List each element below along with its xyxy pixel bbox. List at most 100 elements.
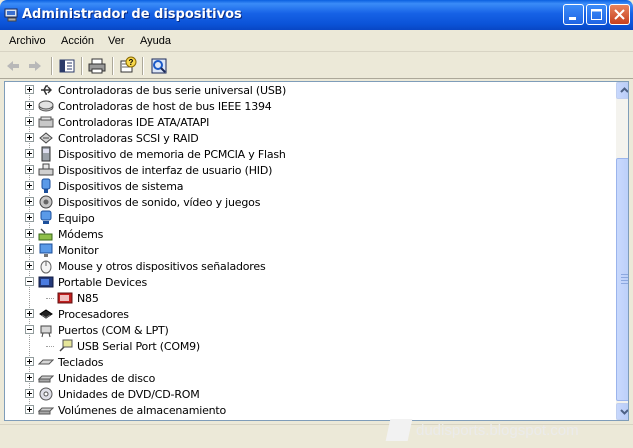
- collapse-button[interactable]: [25, 277, 34, 286]
- expand-button[interactable]: [25, 405, 34, 414]
- tree-item[interactable]: Procesadores: [5, 306, 610, 322]
- expand-button[interactable]: [25, 213, 34, 222]
- tree-item-label: Volúmenes de almacenamiento: [58, 404, 227, 417]
- expand-button[interactable]: [25, 85, 34, 94]
- expand-button[interactable]: [25, 117, 34, 126]
- grip-line: [621, 283, 628, 284]
- expand-button[interactable]: [25, 357, 34, 366]
- print-icon[interactable]: [87, 56, 107, 76]
- hid-icon: [38, 163, 54, 176]
- tree-item-label: Monitor: [58, 244, 99, 257]
- ieee1394-icon: [38, 100, 54, 112]
- forward-arrow-icon[interactable]: [25, 56, 45, 76]
- storage-volume-icon: [38, 407, 54, 415]
- tree-item-label: Portable Devices: [58, 276, 148, 289]
- expand-button[interactable]: [25, 181, 34, 190]
- scan-hardware-icon[interactable]: [149, 56, 169, 76]
- expand-button[interactable]: [25, 229, 34, 238]
- device-manager-window: Administrador de dispositivos Archivo Ac…: [0, 0, 633, 448]
- usb-icon: [41, 85, 52, 95]
- tree-item[interactable]: Monitor: [5, 242, 610, 258]
- scsi-icon: [39, 132, 53, 144]
- expand-button[interactable]: [25, 373, 34, 382]
- tree-item[interactable]: Puertos (COM & LPT): [5, 322, 610, 338]
- help-icon[interactable]: ?: [118, 56, 138, 76]
- mouse-icon: [40, 260, 52, 274]
- tree-item[interactable]: Teclados: [5, 354, 610, 370]
- tree-item[interactable]: Dispositivos de sistema: [5, 178, 610, 194]
- tree-item-label: Dispositivos de sistema: [58, 180, 184, 193]
- device-tree[interactable]: Controladoras de bus serie universal (US…: [4, 81, 629, 421]
- tree-item[interactable]: Dispositivo de memoria de PCMCIA y Flash: [5, 146, 610, 162]
- vertical-scrollbar[interactable]: [616, 82, 628, 420]
- expand-button[interactable]: [25, 261, 34, 270]
- expand-button[interactable]: [25, 149, 34, 158]
- watermark: dudisports.blogspot.com: [385, 419, 628, 443]
- tree-item-label: Unidades de DVD/CD-ROM: [58, 388, 200, 401]
- tree-item-label: Dispositivo de memoria de PCMCIA y Flash: [58, 148, 286, 161]
- expand-button[interactable]: [25, 133, 34, 142]
- tree-item[interactable]: Equipo: [5, 210, 610, 226]
- tree-item-label: Dispositivos de sonido, vídeo y juegos: [58, 196, 261, 209]
- modem-icon: [38, 228, 53, 241]
- tree-connector-line: [46, 298, 54, 299]
- tree-item-label: Unidades de disco: [58, 372, 156, 385]
- tree-item[interactable]: N85: [5, 290, 610, 306]
- toolbar-separator: [112, 57, 114, 75]
- toolbar-separator: [81, 57, 83, 75]
- tree-item[interactable]: Unidades de DVD/CD-ROM: [5, 386, 610, 402]
- svg-text:?: ?: [129, 58, 134, 67]
- scroll-up-button[interactable]: [616, 82, 628, 99]
- toolbar-separator: [142, 57, 144, 75]
- tree-item[interactable]: Controladoras de bus serie universal (US…: [5, 82, 610, 98]
- expand-button[interactable]: [25, 101, 34, 110]
- expand-button[interactable]: [25, 389, 34, 398]
- properties-icon[interactable]: [57, 56, 77, 76]
- tree-item[interactable]: Controladoras de host de bus IEEE 1394: [5, 98, 610, 114]
- close-button[interactable]: [609, 4, 630, 25]
- tree-item[interactable]: Portable Devices: [5, 274, 610, 290]
- monitor-icon: [39, 243, 53, 257]
- maximize-button[interactable]: [586, 4, 607, 25]
- scroll-thumb[interactable]: [616, 158, 628, 401]
- device-manager-app-icon: [4, 8, 18, 22]
- tree-item-label: Puertos (COM & LPT): [58, 324, 169, 337]
- collapse-button[interactable]: [25, 325, 34, 334]
- tree-item[interactable]: Dispositivos de interfaz de usuario (HID…: [5, 162, 610, 178]
- tree-item[interactable]: Módems: [5, 226, 610, 242]
- pcmcia-icon: [41, 146, 51, 162]
- back-arrow-icon[interactable]: [3, 56, 23, 76]
- tree-item[interactable]: Mouse y otros dispositivos señaladores: [5, 258, 610, 274]
- tree-item[interactable]: USB Serial Port (COM9): [5, 338, 610, 354]
- sound-icon: [39, 195, 53, 209]
- portable-devices-icon: [38, 276, 54, 288]
- expand-button[interactable]: [25, 197, 34, 206]
- menu-accion[interactable]: Acción: [61, 35, 94, 47]
- grip-line: [621, 274, 628, 275]
- tree-item[interactable]: Controladoras SCSI y RAID: [5, 130, 610, 146]
- tree-item[interactable]: Unidades de disco: [5, 370, 610, 386]
- expand-button[interactable]: [25, 165, 34, 174]
- menu-bar: Archivo Acción Ver Ayuda: [0, 30, 633, 52]
- tree-item[interactable]: Volúmenes de almacenamiento: [5, 402, 610, 418]
- close-icon: [614, 9, 625, 20]
- tree-item[interactable]: Controladoras IDE ATA/ATAPI: [5, 114, 610, 130]
- expand-button[interactable]: [25, 245, 34, 254]
- menu-ver[interactable]: Ver: [108, 35, 125, 47]
- scroll-down-button[interactable]: [616, 403, 628, 420]
- maximize-icon: [591, 9, 602, 20]
- watermark-text: dudisports.blogspot.com: [416, 422, 579, 439]
- expand-button[interactable]: [25, 309, 34, 318]
- tree-item-label: Dispositivos de interfaz de usuario (HID…: [58, 164, 273, 177]
- menu-ayuda[interactable]: Ayuda: [140, 35, 171, 47]
- tree-connector-line: [46, 346, 54, 347]
- title-bar[interactable]: Administrador de dispositivos: [0, 0, 633, 30]
- system-devices-icon: [41, 178, 51, 193]
- tree-item-label: Controladoras IDE ATA/ATAPI: [58, 116, 210, 129]
- tree-item[interactable]: Dispositivos de sonido, vídeo y juegos: [5, 194, 610, 210]
- watermark-logo: [385, 419, 413, 441]
- scroll-up-icon: [620, 87, 628, 93]
- menu-archivo[interactable]: Archivo: [9, 35, 46, 47]
- minimize-button[interactable]: [563, 4, 584, 25]
- ide-controller-icon: [38, 116, 54, 128]
